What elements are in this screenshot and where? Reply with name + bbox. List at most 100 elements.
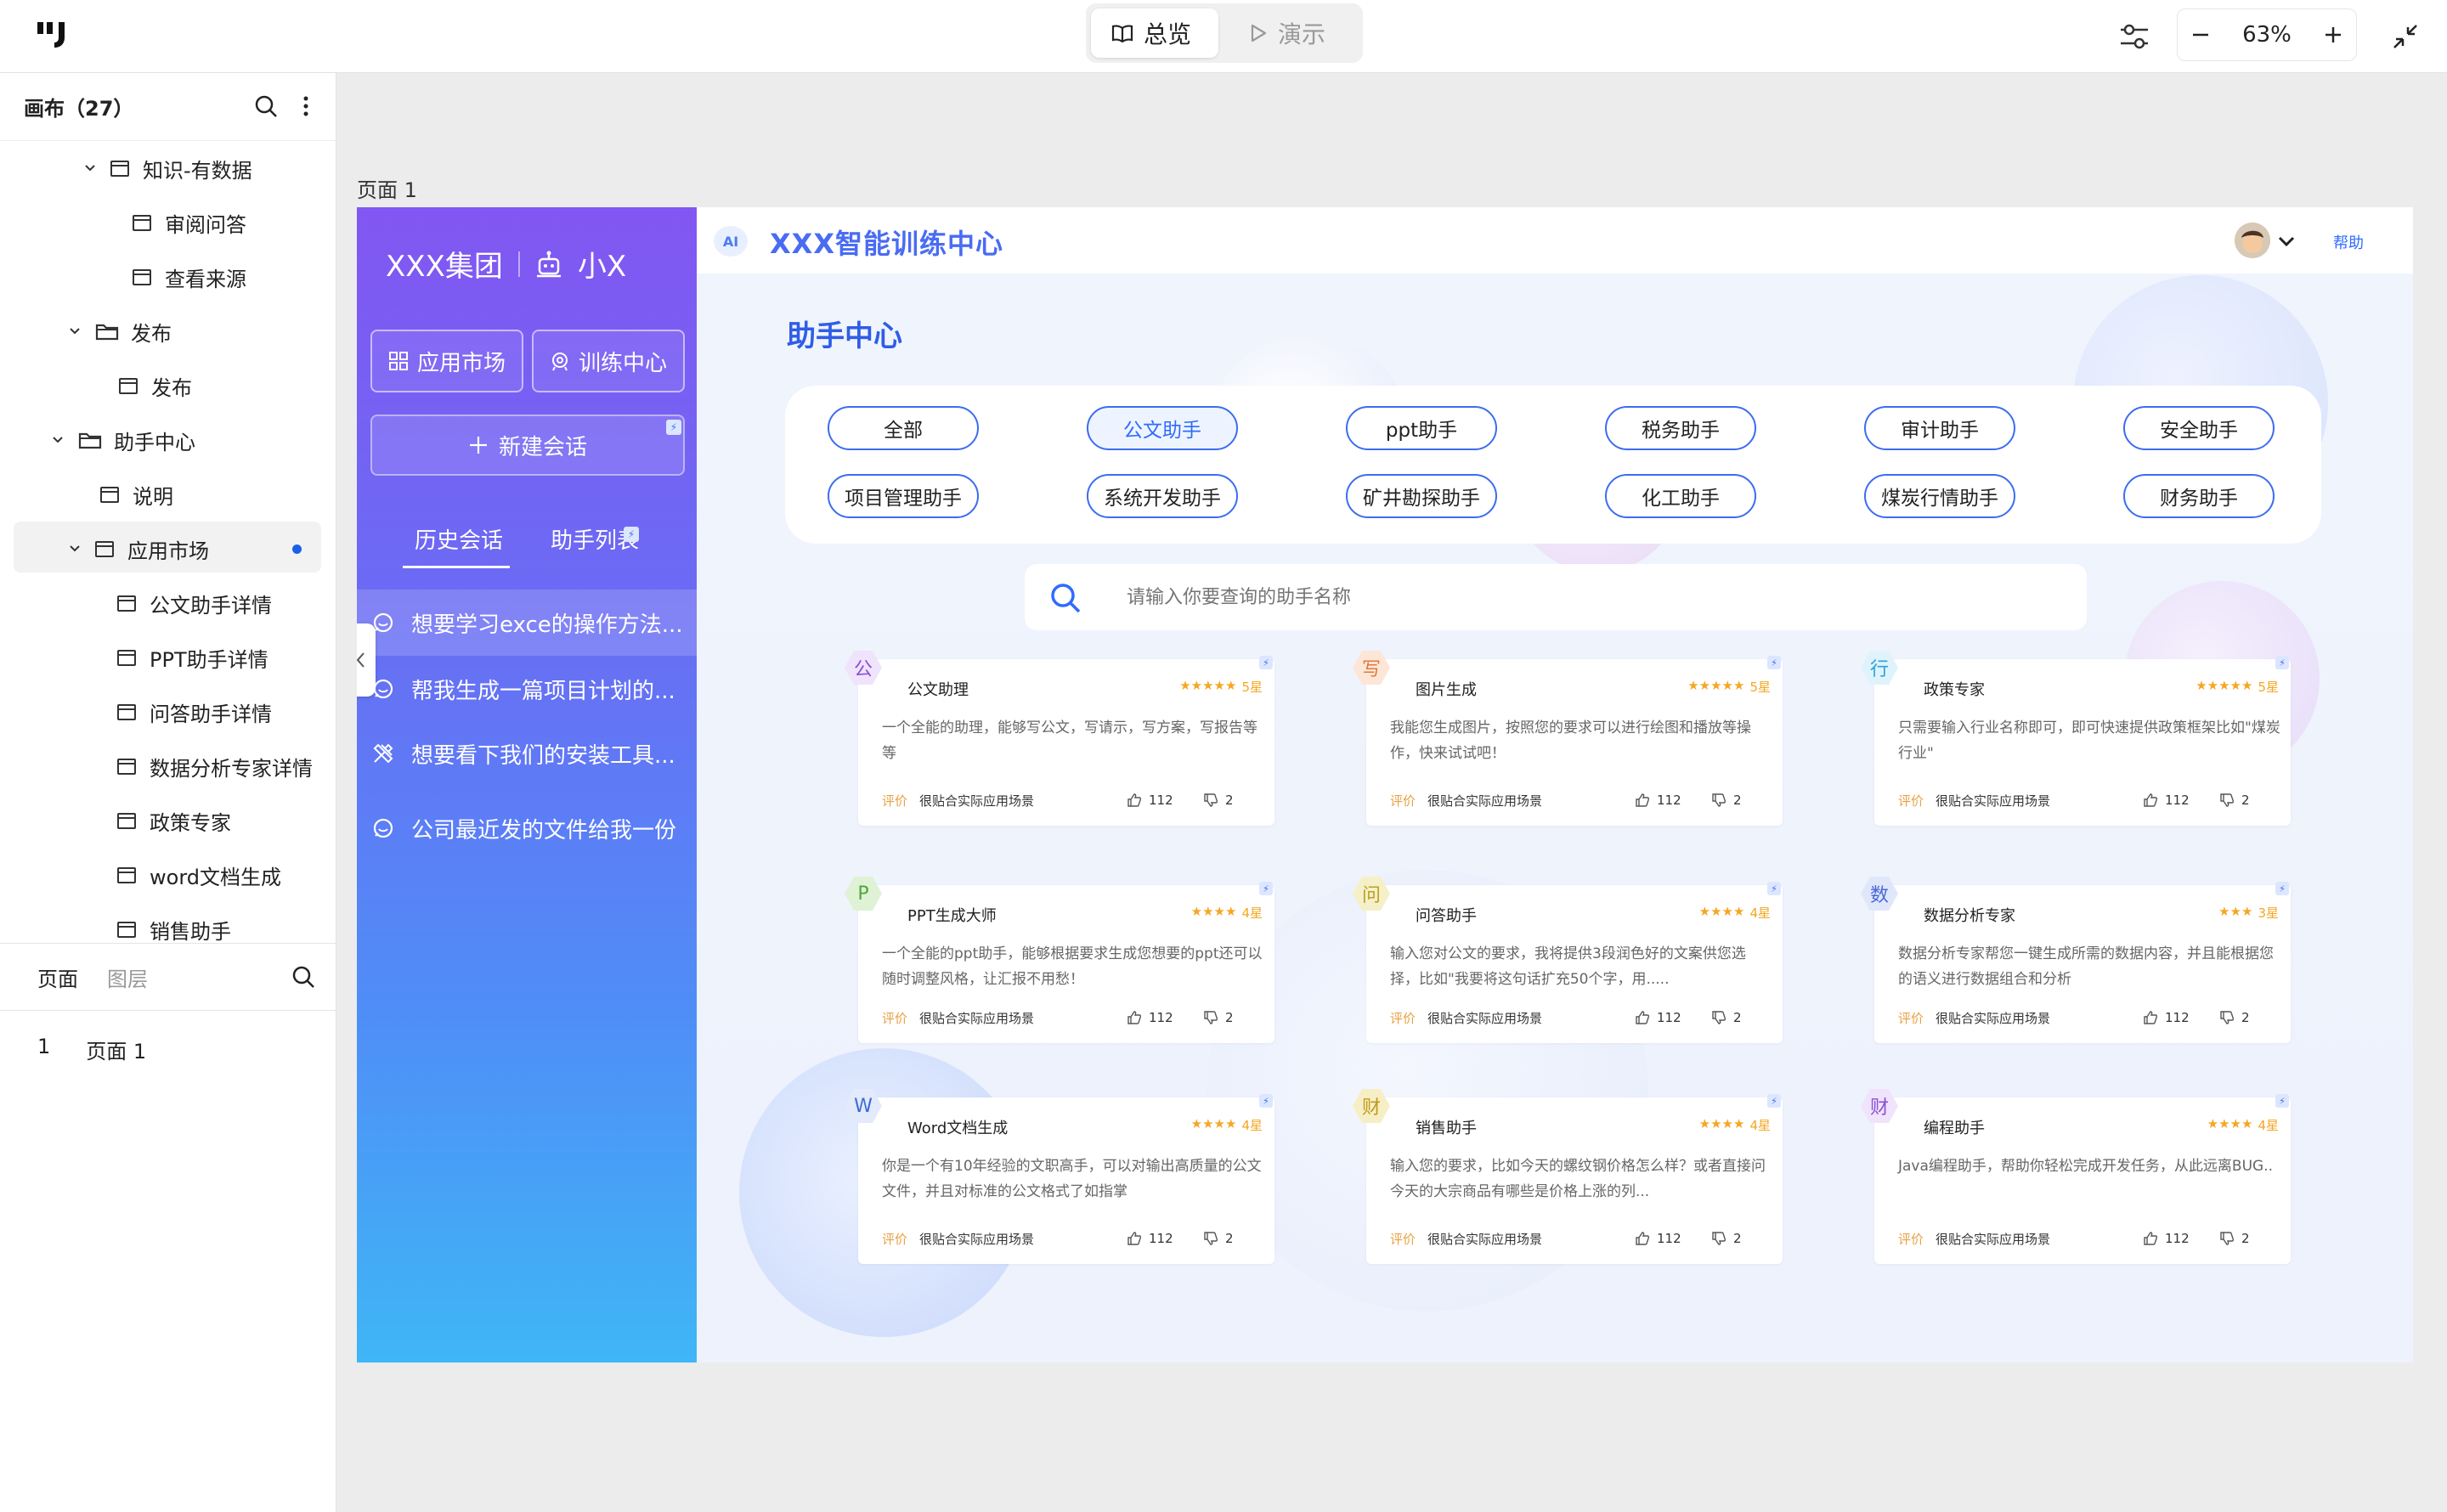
- app-logo-icon[interactable]: [37, 20, 71, 49]
- tree-item[interactable]: 发布: [119, 362, 192, 409]
- settings-sliders-icon[interactable]: [2117, 12, 2151, 61]
- tree-item[interactable]: 审阅问答: [133, 199, 246, 246]
- assistant-search-input[interactable]: [1127, 581, 1891, 613]
- category-chip[interactable]: 安全助手: [2123, 406, 2275, 450]
- dislike-button[interactable]: 2: [1203, 1010, 1234, 1025]
- annotation-badge-icon[interactable]: ⚡: [2275, 882, 2289, 895]
- tree-item[interactable]: 查看来源: [133, 253, 246, 301]
- like-button[interactable]: 112: [2143, 1231, 2190, 1246]
- tree-item[interactable]: 销售助手: [117, 906, 231, 943]
- category-chip[interactable]: ppt助手: [1346, 406, 1497, 450]
- training-center-button[interactable]: 训练中心: [532, 330, 685, 392]
- annotation-badge-icon[interactable]: ⚡: [1259, 656, 1273, 669]
- more-vertical-icon[interactable]: [299, 93, 313, 119]
- category-chip[interactable]: 矿井勘探助手: [1346, 474, 1497, 518]
- like-button[interactable]: 112: [1127, 1231, 1173, 1246]
- dislike-button[interactable]: 2: [1711, 1231, 1742, 1246]
- chevron-down-icon[interactable]: [82, 160, 99, 177]
- category-chip[interactable]: 全部: [828, 406, 979, 450]
- like-button[interactable]: 112: [1127, 1010, 1173, 1025]
- annotation-badge-icon[interactable]: ⚡: [666, 420, 681, 435]
- like-button[interactable]: 112: [2143, 1010, 2190, 1025]
- category-chip[interactable]: 煤炭行情助手: [1864, 474, 2015, 518]
- search-icon[interactable]: [291, 964, 316, 990]
- present-mode-button[interactable]: 演示: [1229, 8, 1346, 58]
- dislike-button[interactable]: 2: [2219, 1231, 2250, 1246]
- zoom-out-button[interactable]: [2190, 24, 2212, 46]
- card-footer: 评价 很贴合实际应用场景 112 2: [1390, 790, 1764, 810]
- tree-item[interactable]: 公文助手详情: [117, 579, 272, 627]
- thumbs-up-icon: [2144, 1011, 2158, 1024]
- sidebar-collapse-handle[interactable]: [357, 623, 376, 697]
- category-chip[interactable]: 化工助手: [1605, 474, 1756, 518]
- tree-item-selected[interactable]: 应用市场: [66, 525, 209, 573]
- dislike-button[interactable]: 2: [1711, 793, 1742, 808]
- assistant-card[interactable]: 财 ⚡ 编程助手 ★★★★ 4星 Java编程助手，帮助你轻松完成开发任务，从此远离BUG…: [1861, 1089, 2291, 1264]
- app-market-button[interactable]: 应用市场: [370, 330, 523, 392]
- category-chip-selected[interactable]: 公文助手: [1087, 406, 1238, 450]
- overview-mode-button[interactable]: 总览: [1091, 8, 1218, 58]
- tree-item[interactable]: 政策专家: [117, 797, 231, 844]
- history-item[interactable]: 公司最近发的文件给我一份: [357, 795, 697, 861]
- dislike-button[interactable]: 2: [1711, 1010, 1742, 1025]
- like-button[interactable]: 112: [2143, 793, 2190, 808]
- annotation-badge-icon[interactable]: ⚡: [2275, 656, 2289, 669]
- tab-history[interactable]: 历史会话: [415, 523, 503, 555]
- help-link[interactable]: 帮助: [2333, 231, 2364, 253]
- chevron-down-icon[interactable]: [66, 323, 83, 340]
- rating-label: 4星: [1241, 906, 1263, 921]
- assistant-card[interactable]: 行 ⚡ 政策专家 ★★★★★ 5星 只需要输入行业名称即可，即可快速提供政策框架比如"煤炭…: [1861, 651, 2291, 826]
- history-item[interactable]: 想要看下我们的安装工具...: [357, 720, 697, 787]
- assistant-card[interactable]: 财 ⚡ 销售助手 ★★★★ 4星 输入您的要求，比如今天的螺纹钢价格怎么样？或者直接问今天…: [1353, 1089, 1783, 1264]
- annotation-badge-icon[interactable]: ⚡: [1259, 882, 1273, 895]
- search-icon[interactable]: [253, 93, 279, 119]
- frame-label[interactable]: 页面 1: [357, 173, 417, 203]
- annotation-badge-icon[interactable]: ⚡: [624, 527, 639, 542]
- dislike-button[interactable]: 2: [1203, 1231, 1234, 1246]
- tab-pages[interactable]: 页面: [37, 962, 78, 992]
- collapse-fullscreen-icon[interactable]: [2391, 12, 2420, 61]
- assistant-card[interactable]: 问 ⚡ 问答助手 ★★★★ 4星 输入您对公文的要求，我将提供3段润色好的文案供您选择，比…: [1353, 877, 1783, 1043]
- like-button[interactable]: 112: [1127, 793, 1173, 808]
- assistant-card[interactable]: W ⚡ Word文档生成 ★★★★ 4星 你是一个有10年经验的文职高手，可以对输出高质量…: [845, 1089, 1274, 1264]
- annotation-badge-icon[interactable]: ⚡: [1767, 656, 1781, 669]
- like-button[interactable]: 112: [1635, 1231, 1681, 1246]
- tree-item[interactable]: 数据分析专家详情: [117, 742, 313, 790]
- annotation-badge-icon[interactable]: ⚡: [2275, 1094, 2289, 1108]
- assistant-card[interactable]: 写 ⚡ 图片生成 ★★★★★ 5星 我能您生成图片，按照您的要求可以进行绘图和播放等操作，…: [1353, 651, 1783, 826]
- like-button[interactable]: 112: [1635, 1010, 1681, 1025]
- page-list-item[interactable]: 1 页面 1: [37, 1035, 146, 1064]
- history-item[interactable]: 帮我生成一篇项目计划的...: [357, 656, 697, 722]
- assistant-card[interactable]: 数 ⚡ 数据分析专家 ★★★ 3星 数据分析专家帮您一键生成所需的数据内容，并且能根据您的…: [1861, 877, 2291, 1043]
- chevron-down-icon[interactable]: [66, 540, 83, 557]
- category-chip[interactable]: 财务助手: [2123, 474, 2275, 518]
- assistant-card[interactable]: P ⚡ PPT生成大师 ★★★★ 4星 一个全能的ppt助手，能够根据要求生成您想要的pp…: [845, 877, 1274, 1043]
- annotation-badge-icon[interactable]: ⚡: [1767, 882, 1781, 895]
- tree-item[interactable]: 助手中心: [49, 416, 195, 464]
- category-chip[interactable]: 税务助手: [1605, 406, 1756, 450]
- tab-layers[interactable]: 图层: [107, 962, 148, 992]
- tree-item[interactable]: 说明: [100, 471, 173, 518]
- category-chip[interactable]: 系统开发助手: [1087, 474, 1238, 518]
- like-button[interactable]: 112: [1635, 793, 1681, 808]
- category-chip[interactable]: 审计助手: [1864, 406, 2015, 450]
- new-chat-button[interactable]: 新建会话 ⚡: [370, 415, 685, 476]
- dislike-button[interactable]: 2: [2219, 793, 2250, 808]
- avatar[interactable]: [2235, 223, 2270, 258]
- annotation-badge-icon[interactable]: ⚡: [1259, 1094, 1273, 1108]
- tree-item[interactable]: 知识-有数据: [82, 144, 252, 192]
- zoom-in-button[interactable]: [2322, 24, 2344, 46]
- assistant-card[interactable]: 公 ⚡ 公文助理 ★★★★★ 5星 一个全能的助理，能够写公文，写请示，写方案，写报告等等…: [845, 651, 1274, 826]
- zoom-level[interactable]: 63%: [2242, 22, 2292, 48]
- chevron-down-icon[interactable]: [2277, 234, 2296, 248]
- tree-item[interactable]: PPT助手详情: [117, 634, 268, 681]
- tree-item[interactable]: 发布: [66, 307, 172, 355]
- chevron-down-icon[interactable]: [49, 432, 66, 449]
- category-chip[interactable]: 项目管理助手: [828, 474, 979, 518]
- dislike-button[interactable]: 2: [1203, 793, 1234, 808]
- dislike-button[interactable]: 2: [2219, 1010, 2250, 1025]
- history-item[interactable]: 想要学习exce的操作方法...: [357, 590, 697, 656]
- tree-item[interactable]: word文档生成: [117, 851, 281, 899]
- tree-item[interactable]: 问答助手详情: [117, 688, 272, 736]
- annotation-badge-icon[interactable]: ⚡: [1767, 1094, 1781, 1108]
